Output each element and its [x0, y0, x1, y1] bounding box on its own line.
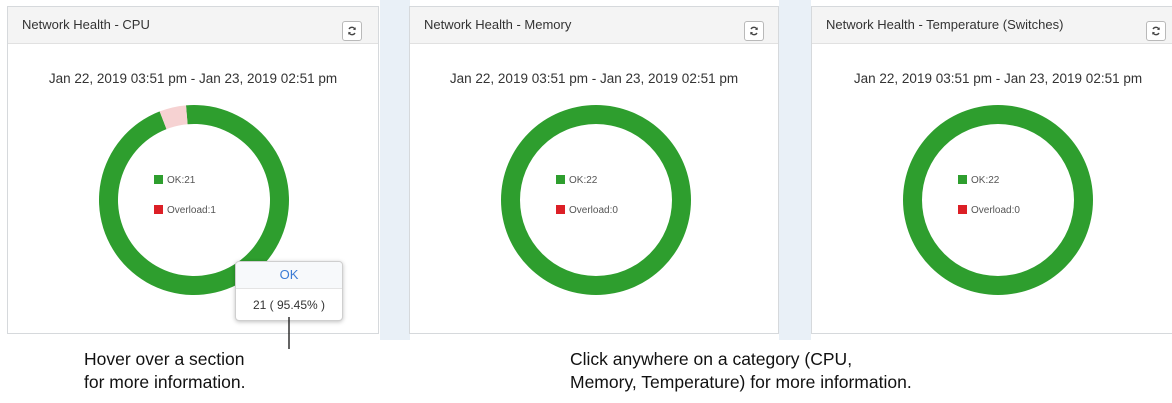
click-caption-line1: Click anywhere on a category (CPU, [570, 349, 853, 369]
click-caption: Click anywhere on a category (CPU, Memor… [570, 348, 912, 394]
hover-caption-line1: Hover over a section [84, 349, 245, 369]
click-caption-line2: Memory, Temperature) for more informatio… [570, 372, 912, 392]
callout-pointer [288, 317, 290, 349]
hover-caption-line2: for more information. [84, 372, 246, 392]
hover-caption: Hover over a section for more informatio… [84, 348, 245, 394]
